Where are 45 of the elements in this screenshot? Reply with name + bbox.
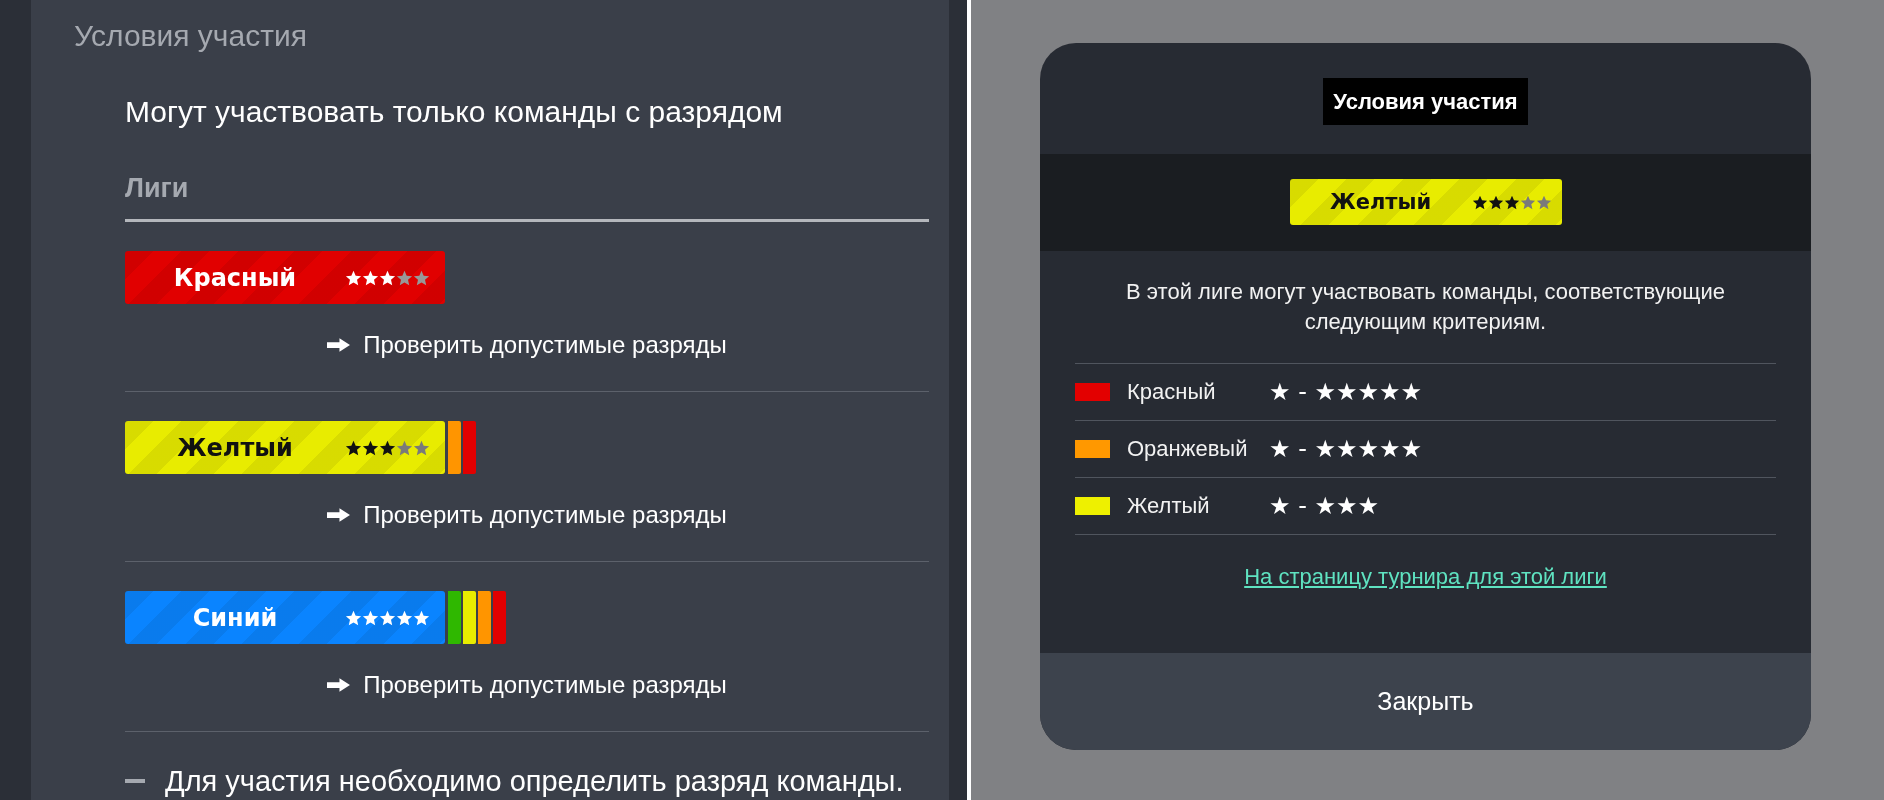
tournament-link[interactable]: На страницу турнира для этой лиги [1244,563,1607,591]
league-name: Красный [173,262,297,293]
league-name: Желтый [177,432,293,463]
league-label: Желтый [1127,492,1211,520]
league-name: Синий [192,602,278,633]
star-icon [362,269,379,286]
star-icon [379,269,396,286]
leagues-heading: Лиги [125,172,190,204]
arrow-icon [327,678,351,692]
league-label: Красный [1127,378,1217,406]
star-icon [1519,194,1536,210]
star-icon [345,269,362,286]
star-range: ★ - ★★★★★ [1269,434,1422,464]
close-button[interactable]: Закрыть [1040,653,1811,750]
arrow-icon [327,338,351,352]
league-label: Оранжевый [1127,435,1249,463]
star-icon [379,609,396,626]
dash-icon [125,779,145,783]
section-title: Условия участия [73,18,308,54]
star-icon [1471,194,1488,210]
star-icon [362,609,379,626]
modal-title: Условия участия [1323,78,1528,125]
star-icon [396,439,413,456]
star-icon [413,439,430,456]
star-icon [345,439,362,456]
star-icon [1487,194,1504,210]
check-ranks-link[interactable]: Проверить допустимые разряды [327,671,727,699]
star-icon [396,269,413,286]
star-range: ★ - ★★★★★ [1269,377,1422,407]
star-icon [379,439,396,456]
star-icon [345,609,362,626]
check-ranks-link[interactable]: Проверить допустимые разряды [327,501,727,529]
star-icon [413,609,430,626]
check-ranks-link[interactable]: Проверить допустимые разряды [327,331,727,359]
arrow-icon [327,508,351,522]
note-text: Для участия необходимо определить разряд команды. [165,764,904,799]
intro-text: Могут участвовать только команды с разрядом [125,94,784,130]
star-icon [1535,194,1552,210]
star-range: ★ - ★★★ [1269,491,1379,521]
league-name: Желтый [1330,189,1432,215]
star-icon [413,269,430,286]
star-icon [396,609,413,626]
star-icon [1503,194,1520,210]
modal-description: В этой лиге могут участвовать команды, соответствующие следующим критериям. [1125,278,1726,336]
star-icon [362,439,379,456]
